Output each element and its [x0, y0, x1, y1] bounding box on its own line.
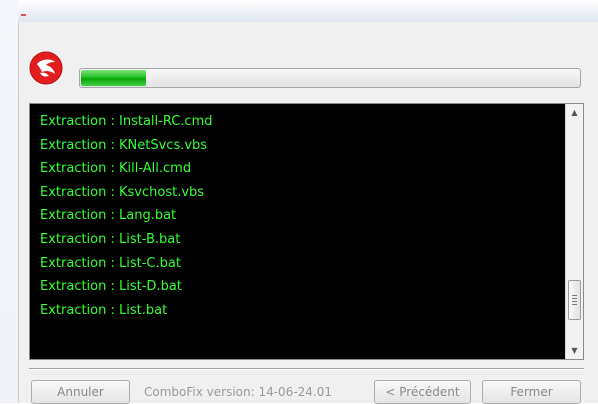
title-bar: [18, 0, 598, 23]
progress-fill: [81, 70, 146, 86]
log-line: Extraction : Install-RC.cmd: [40, 114, 213, 129]
scroll-thumb[interactable]: [568, 280, 581, 320]
log-lines: Extraction : Install-RC.cmd Extraction : …: [40, 110, 561, 359]
log-line: Extraction : List-B.bat: [40, 231, 181, 247]
log-line: Extraction : List-C.bat: [40, 255, 181, 271]
log-line: Extraction : Lang.bat: [40, 208, 177, 224]
arrow-up-icon[interactable]: ▲: [566, 104, 583, 121]
arrow-down-icon[interactable]: ▼: [566, 342, 583, 359]
previous-button[interactable]: < Précédent: [374, 380, 471, 404]
log-line: Extraction : List-D.bat: [40, 279, 182, 295]
title-mark: [21, 14, 26, 16]
log-line: Extraction : KNetSvcs.vbs: [40, 137, 208, 153]
extraction-progress-bar: [79, 68, 581, 88]
footer-separator: [29, 368, 584, 370]
combofix-logo-icon: [29, 51, 63, 85]
version-text: ComboFix version: 14-06-24.01: [144, 385, 333, 399]
extraction-log: Extraction : Install-RC.cmd Extraction : …: [29, 103, 584, 360]
log-line: Extraction : Ksvchost.vbs: [40, 184, 205, 200]
cancel-button[interactable]: Annuler: [31, 380, 130, 404]
log-scrollbar[interactable]: ▲ ▼: [565, 104, 583, 359]
close-button[interactable]: Fermer: [482, 380, 581, 404]
window-frame: Extraction : Install-RC.cmd Extraction : …: [0, 0, 598, 404]
log-line: Extraction : List.bat: [40, 302, 168, 318]
installer-dialog: Extraction : Install-RC.cmd Extraction : …: [18, 22, 598, 404]
log-line: Extraction : Kill-All.cmd: [40, 161, 192, 177]
